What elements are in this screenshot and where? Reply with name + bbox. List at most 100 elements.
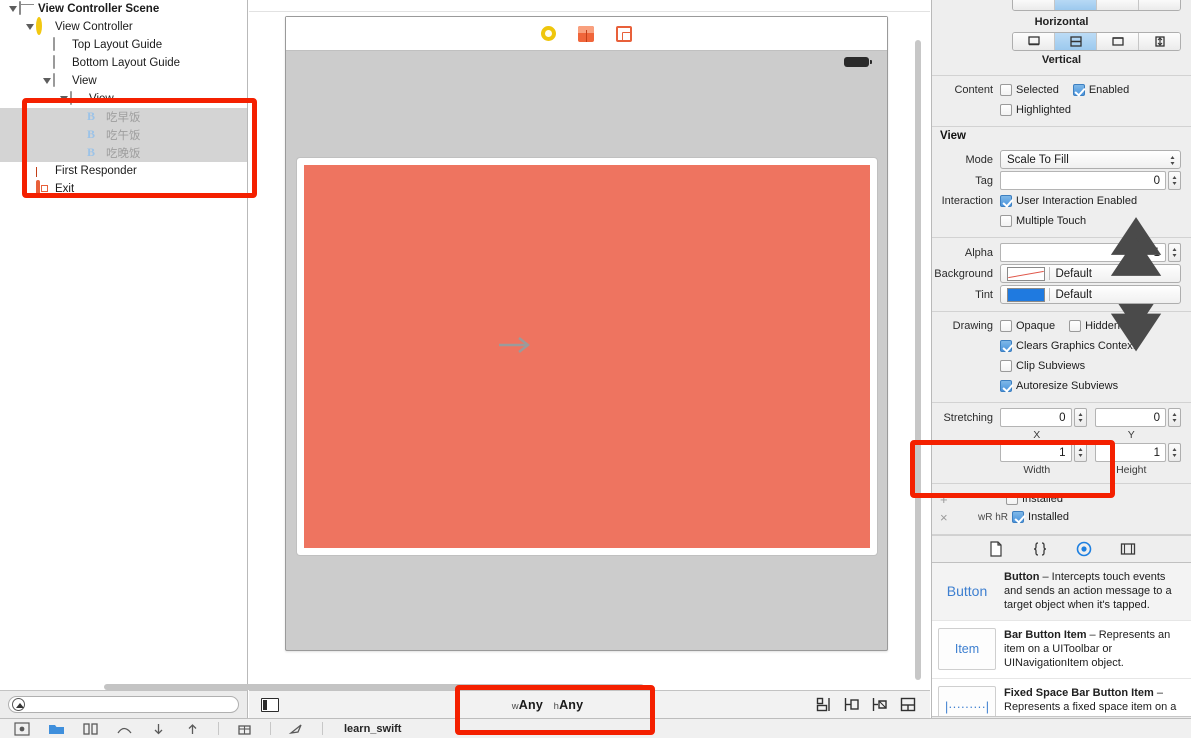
horizontal-alignment-segments[interactable] (1012, 0, 1181, 11)
content-row-2[interactable]: Highlighted (932, 100, 1191, 120)
valign-bottom-segment[interactable] (1097, 33, 1139, 50)
media-library-icon[interactable] (1120, 541, 1136, 557)
scene-dock[interactable] (286, 17, 887, 51)
content-enabled-checkbox[interactable]: Enabled (1073, 84, 1143, 96)
outline-row[interactable]: Exit (0, 180, 247, 198)
outline-row[interactable]: Top Layout Guide (0, 36, 247, 54)
library-tab-bar[interactable] (932, 535, 1191, 563)
stretching-y-stepper[interactable] (1168, 408, 1181, 427)
stretching-width-stepper[interactable] (1074, 443, 1087, 462)
stretching-height-stepper[interactable] (1168, 443, 1181, 462)
tint-color-swatch[interactable] (1007, 288, 1045, 302)
stack-icon[interactable] (236, 722, 253, 736)
content-selected-checkbox[interactable]: Selected (1000, 84, 1073, 96)
disclosure-triangle-icon[interactable] (8, 4, 19, 15)
disclosure-triangle-icon[interactable] (42, 76, 53, 87)
library-list-item[interactable]: ItemBar Button Item – Represents an item… (932, 621, 1191, 679)
valign-fill-segment[interactable] (1139, 33, 1180, 50)
stretching-x-stepper[interactable] (1074, 408, 1087, 427)
checkbox-box[interactable] (1069, 320, 1081, 332)
file-template-library-icon[interactable] (988, 541, 1004, 557)
outline-row[interactable]: First Responder (0, 162, 247, 180)
clip-subviews-checkbox[interactable]: Clip Subviews (1000, 360, 1099, 372)
variation-row-default[interactable]: + Installed (932, 490, 1191, 508)
valign-center-segment[interactable] (1055, 33, 1097, 50)
installed-default-checkbox[interactable] (1006, 493, 1018, 505)
first-responder-icon[interactable] (578, 26, 594, 42)
size-class-label[interactable]: wAny hAny (279, 698, 816, 712)
content-row-1[interactable]: Content Selected Enabled (932, 80, 1191, 100)
up-icon[interactable] (184, 722, 201, 736)
tint-color-popup[interactable]: Default (1000, 285, 1181, 304)
opaque-checkbox[interactable]: Opaque (1000, 320, 1069, 332)
align-center-segment[interactable] (1055, 0, 1097, 10)
outline-row[interactable]: View (0, 72, 247, 90)
document-outline-panel[interactable]: View Controller SceneView ControllerTop … (0, 0, 248, 690)
remove-variation-button[interactable]: × (940, 510, 954, 525)
checkbox-box[interactable] (1000, 104, 1012, 116)
drawing-row-4[interactable]: Autoresize Subviews (932, 376, 1191, 396)
align-fill-segment[interactable] (1139, 0, 1180, 10)
checkbox-box[interactable] (1073, 84, 1085, 96)
checkbox-box[interactable] (1000, 215, 1012, 227)
resolve-auto-layout-issues-icon[interactable] (872, 697, 888, 712)
related-icon[interactable] (116, 722, 133, 736)
bottom-file-label[interactable]: learn_swift (344, 723, 401, 735)
checkbox-box[interactable] (1000, 84, 1012, 96)
stretching-x-input[interactable]: 0 (1000, 408, 1072, 427)
canvas-vertical-scrollbar-thumb[interactable] (915, 40, 921, 680)
align-icon[interactable] (816, 697, 832, 712)
outline-row[interactable]: View (0, 90, 247, 108)
tag-stepper[interactable] (1168, 171, 1181, 190)
outline-row[interactable]: Bottom Layout Guide (0, 54, 247, 72)
outline-tree[interactable]: View Controller SceneView ControllerTop … (0, 0, 247, 198)
background-color-swatch[interactable] (1007, 267, 1045, 281)
align-right-segment[interactable] (1097, 0, 1139, 10)
down-icon[interactable] (150, 722, 167, 736)
exit-icon[interactable] (616, 26, 632, 42)
folder-icon[interactable] (48, 722, 65, 736)
valign-top-segment[interactable] (1013, 33, 1055, 50)
installed-variation-checkbox[interactable] (1012, 511, 1024, 523)
stretching-height-input[interactable]: 1 (1095, 443, 1167, 462)
auto-layout-toolbar[interactable] (816, 697, 916, 712)
object-library-list[interactable]: ButtonButton – Intercepts touch events a… (932, 563, 1191, 738)
vertical-alignment-row[interactable] (932, 31, 1191, 52)
outline-row[interactable]: B吃午饭 (0, 126, 247, 144)
outline-row[interactable]: View Controller Scene (0, 0, 247, 18)
content-highlighted-checkbox[interactable]: Highlighted (1000, 104, 1085, 116)
align-left-segment[interactable] (1013, 0, 1055, 10)
outline-filter-input[interactable] (8, 696, 239, 713)
checkbox-box[interactable] (1000, 360, 1012, 372)
multiple-touch-checkbox[interactable]: Multiple Touch (1000, 215, 1100, 227)
outline-row[interactable]: B吃晚饭 (0, 144, 247, 162)
outline-row[interactable]: B吃早饭 (0, 108, 247, 126)
stretching-width-input[interactable]: 1 (1000, 443, 1072, 462)
outline-row[interactable]: View Controller (0, 18, 247, 36)
checkbox-box[interactable] (1000, 195, 1012, 207)
checkbox-box[interactable] (1000, 340, 1012, 352)
tag-row[interactable]: Tag 0 (932, 170, 1191, 191)
interface-builder-canvas[interactable] (249, 0, 930, 683)
library-list-item[interactable]: ButtonButton – Intercepts touch events a… (932, 563, 1191, 621)
stretching-xy-row[interactable]: Stretching 0 0 (932, 407, 1191, 428)
stretching-wh-row[interactable]: 1 1 (932, 442, 1191, 463)
resizing-behavior-icon[interactable] (900, 697, 916, 712)
add-variation-button[interactable]: + (940, 492, 954, 507)
view-as-toggle-button[interactable] (261, 698, 279, 712)
mode-popup-button[interactable]: Scale To Fill (1000, 150, 1181, 169)
mode-row[interactable]: Mode Scale To Fill (932, 149, 1191, 170)
size-class-bar[interactable]: wAny hAny (249, 690, 930, 718)
tag-input[interactable]: 0 (1000, 171, 1166, 190)
selected-subview[interactable] (304, 165, 870, 548)
attributes-inspector[interactable]: Horizontal Vertical (931, 0, 1191, 738)
stretching-y-input[interactable]: 0 (1095, 408, 1167, 427)
view-controller-icon[interactable] (541, 26, 556, 41)
checkbox-box[interactable] (1000, 320, 1012, 332)
autoresize-subviews-checkbox[interactable]: Autoresize Subviews (1000, 380, 1132, 392)
disclosure-triangle-icon[interactable] (59, 94, 70, 105)
vertical-alignment-segments[interactable] (1012, 32, 1181, 51)
outline-filter-bar[interactable] (0, 690, 248, 718)
object-library-icon[interactable] (1076, 541, 1092, 557)
pointer-icon[interactable] (288, 722, 305, 736)
